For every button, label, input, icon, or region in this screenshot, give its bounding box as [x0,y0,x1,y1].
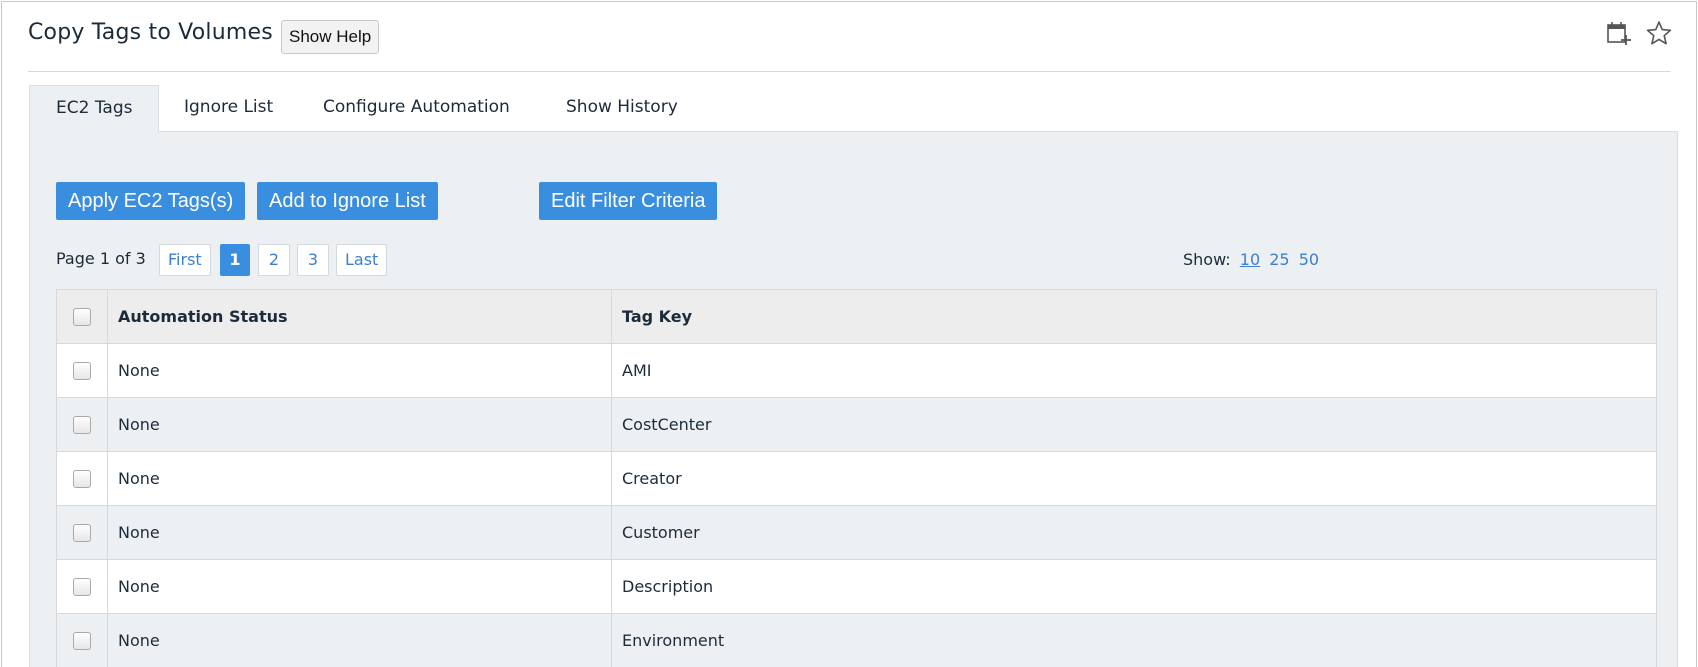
pager-page-3[interactable]: 3 [297,244,329,276]
automation-status-cell: None [107,451,612,506]
page-size-selector: Show: 10 25 50 [1183,250,1319,269]
row-checkbox[interactable] [73,416,91,435]
table-row: None Description [56,559,1657,614]
tag-key-cell: Customer [611,505,1657,560]
pager-page-1[interactable]: 1 [220,244,250,276]
row-select-cell [56,451,108,506]
select-all-cell [56,289,108,344]
tab-configure-automation[interactable]: Configure Automation [323,85,510,132]
page-size-25[interactable]: 25 [1269,250,1289,269]
automation-status-cell: None [107,613,612,667]
column-header-tag-key[interactable]: Tag Key [611,289,1657,344]
tag-key-cell: CostCenter [611,397,1657,452]
page-header: Copy Tags to Volumes Show Help [28,18,1672,72]
table-row: None Creator [56,451,1657,506]
tags-table: Automation Status Tag Key None AMI None … [56,289,1657,667]
table-row: None Customer [56,505,1657,560]
row-checkbox[interactable] [73,470,91,489]
header-icons [1606,20,1672,46]
page-size-10[interactable]: 10 [1240,250,1260,269]
apply-ec2-tags-button[interactable]: Apply EC2 Tags(s) [56,182,246,220]
pager-last-button[interactable]: Last [336,244,388,276]
pager-first-button[interactable]: First [159,244,211,276]
row-checkbox[interactable] [73,578,91,597]
pager-page-2[interactable]: 2 [258,244,290,276]
tab-ignore-list[interactable]: Ignore List [184,85,273,132]
tag-key-cell: AMI [611,343,1657,398]
tab-ec2-tags[interactable]: EC2 Tags [29,85,160,133]
table-header-row: Automation Status Tag Key [56,289,1657,344]
table-row: None Environment [56,613,1657,667]
row-select-cell [56,559,108,614]
row-checkbox[interactable] [73,524,91,543]
row-checkbox[interactable] [73,632,91,651]
column-header-automation-status[interactable]: Automation Status [107,289,612,344]
select-all-checkbox[interactable] [73,308,91,327]
edit-filter-criteria-button[interactable]: Edit Filter Criteria [539,182,718,220]
star-icon[interactable] [1646,20,1672,46]
page-size-label: Show: [1183,250,1231,269]
row-checkbox[interactable] [73,362,91,381]
automation-status-cell: None [107,343,612,398]
row-select-cell [56,397,108,452]
page-indicator: Page 1 of 3 [56,249,146,268]
page-frame: Copy Tags to Volumes Show Help EC2 Tags … [1,1,1697,667]
add-to-ignore-list-button[interactable]: Add to Ignore List [257,182,438,220]
tab-bar: EC2 Tags Ignore List Configure Automatio… [29,85,1678,133]
table-row: None CostCenter [56,397,1657,452]
table-row: None AMI [56,343,1657,398]
tag-key-cell: Description [611,559,1657,614]
row-select-cell [56,505,108,560]
tag-key-cell: Creator [611,451,1657,506]
automation-status-cell: None [107,505,612,560]
tab-show-history[interactable]: Show History [566,85,678,132]
ec2-tags-panel: Apply EC2 Tags(s) Add to Ignore List Edi… [29,132,1678,667]
page-title: Copy Tags to Volumes [28,20,273,45]
tag-key-cell: Environment [611,613,1657,667]
automation-status-cell: None [107,559,612,614]
page-size-50[interactable]: 50 [1299,250,1319,269]
add-to-dashboard-icon[interactable] [1606,20,1632,46]
show-help-button[interactable]: Show Help [281,20,380,54]
automation-status-cell: None [107,397,612,452]
row-select-cell [56,343,108,398]
row-select-cell [56,613,108,667]
